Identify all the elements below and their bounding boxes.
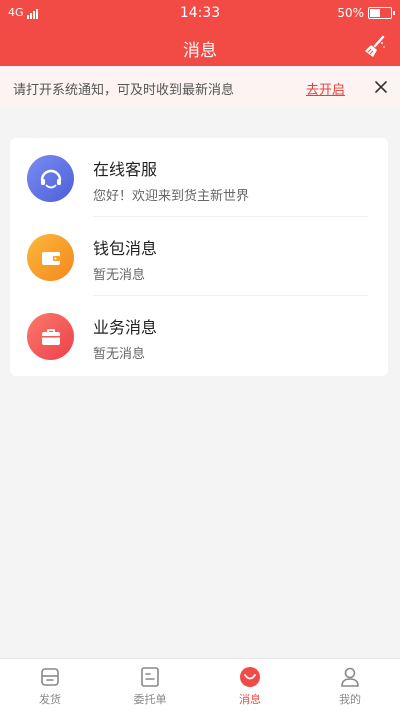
message-item-wallet[interactable]: 钱包消息 暂无消息 [10, 217, 388, 296]
tab-label: 发货 [39, 693, 61, 706]
page-title: 消息 [183, 41, 217, 61]
message-item-business[interactable]: 业务消息 暂无消息 [10, 296, 388, 375]
tab-ship[interactable]: 发货 [0, 659, 100, 711]
truck-icon [41, 668, 59, 686]
message-icon [240, 667, 260, 687]
broom-icon [365, 35, 385, 57]
message-title: 在线客服 [93, 160, 158, 179]
tab-orders[interactable]: 委托单 [100, 659, 200, 711]
customer-service-icon [40, 169, 61, 188]
customer-service-avatar [27, 155, 74, 202]
message-list: 在线客服 您好！欢迎来到货主新世界 钱包消息 暂无消息 业务消息 暂无消息 [10, 138, 388, 376]
briefcase-icon [41, 328, 60, 345]
business-avatar [27, 313, 74, 360]
tab-label: 我的 [339, 693, 361, 706]
message-title: 业务消息 [93, 318, 158, 337]
status-bar: 4G 14:33 50% [0, 0, 400, 28]
wallet-avatar [27, 234, 74, 281]
notification-notice: 请打开系统通知，可及时收到最新消息 去开启 [0, 66, 400, 108]
tab-profile[interactable]: 我的 [300, 659, 400, 711]
tab-label: 委托单 [133, 693, 167, 706]
battery-indicator: 50% [337, 6, 395, 20]
notice-text: 请打开系统通知，可及时收到最新消息 [13, 83, 235, 98]
nav-bar: 消息 [0, 28, 400, 66]
battery-percent: 50% [337, 6, 364, 20]
close-notice-button[interactable] [372, 78, 390, 96]
enable-notification-link[interactable]: 去开启 [306, 79, 345, 98]
message-preview: 您好！欢迎来到货主新世界 [93, 189, 250, 204]
clear-messages-button[interactable] [362, 34, 388, 60]
message-title: 钱包消息 [93, 239, 158, 258]
tab-messages[interactable]: 消息 [200, 659, 300, 711]
wallet-icon [41, 251, 60, 265]
message-preview: 暂无消息 [93, 347, 146, 362]
battery-icon [368, 7, 395, 19]
order-icon [141, 667, 159, 687]
message-item-customer-service[interactable]: 在线客服 您好！欢迎来到货主新世界 [10, 138, 388, 217]
user-icon [341, 667, 359, 687]
close-icon [375, 81, 387, 93]
tab-label: 消息 [239, 693, 261, 706]
message-preview: 暂无消息 [93, 268, 146, 283]
tab-bar: 发货 委托单 消息 我的 [0, 658, 400, 711]
